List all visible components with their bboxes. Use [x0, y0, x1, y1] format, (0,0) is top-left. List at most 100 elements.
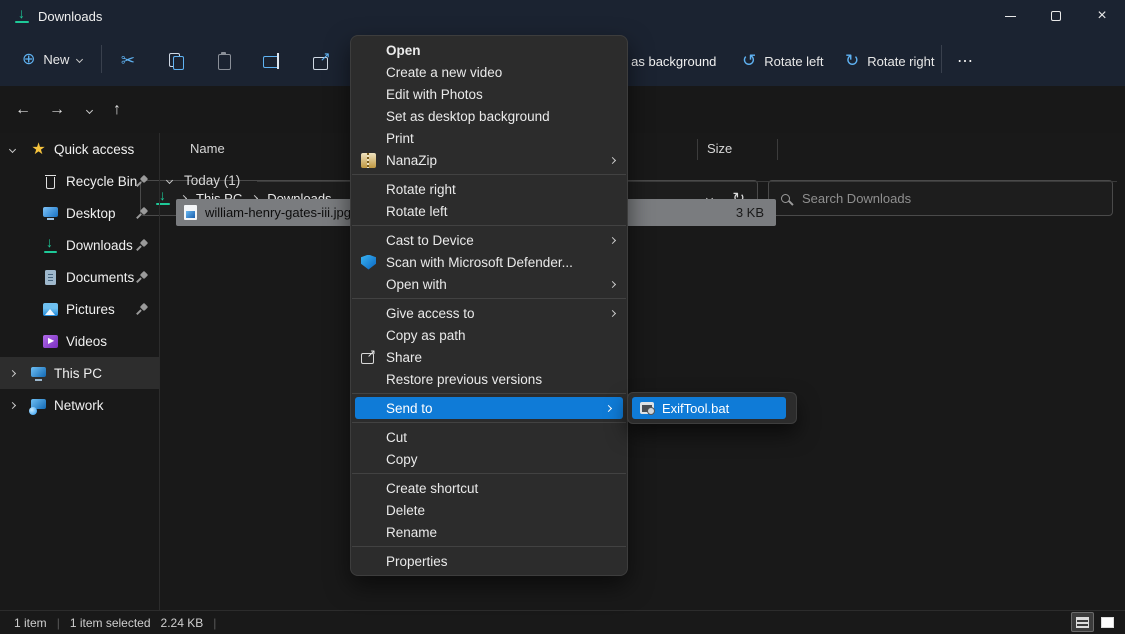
sidebar-item-label: Recycle Bin: [66, 174, 137, 189]
menu-item-label: Print: [386, 131, 414, 146]
sidebar-item-pictures[interactable]: Pictures: [0, 293, 159, 325]
large-icons-view-button[interactable]: [1096, 612, 1119, 632]
sidebar-item-videos[interactable]: ▶Videos: [0, 325, 159, 357]
menu-item-rename[interactable]: Rename: [351, 521, 627, 543]
group-collapse-icon[interactable]: [166, 177, 173, 184]
new-button[interactable]: ⊕ New: [16, 45, 88, 73]
rename-button[interactable]: [260, 49, 284, 73]
sidebar-item-label: Documents: [66, 270, 134, 285]
menu-item-copy[interactable]: Copy: [351, 448, 627, 470]
menu-item-nanazip[interactable]: NanaZip: [351, 149, 627, 171]
recent-locations-button[interactable]: [76, 98, 102, 122]
up-button[interactable]: ↑: [104, 98, 130, 122]
forward-button[interactable]: →: [44, 98, 70, 122]
large-icons-view-icon: [1101, 617, 1114, 628]
group-label[interactable]: Today (1): [184, 173, 240, 188]
sidebar-item-this-pc[interactable]: This PC: [0, 357, 159, 389]
menu-separator: [352, 225, 626, 226]
paste-button[interactable]: [212, 49, 236, 73]
menu-item-create-a-new-video[interactable]: Create a new video: [351, 61, 627, 83]
maximize-icon: [1051, 11, 1061, 21]
menu-item-label: Edit with Photos: [386, 87, 483, 102]
menu-item-cut[interactable]: Cut: [351, 426, 627, 448]
sidebar-item-documents[interactable]: Documents: [0, 261, 159, 293]
menu-item-label: Restore previous versions: [386, 372, 542, 387]
rotate-left-label: Rotate left: [764, 54, 823, 69]
this-pc-icon: [30, 365, 47, 382]
chevron-down-icon[interactable]: [9, 145, 16, 152]
toolbar-divider: [941, 45, 942, 73]
menu-item-rotate-right[interactable]: Rotate right: [351, 178, 627, 200]
plus-icon: ⊕: [22, 49, 35, 69]
sidebar-item-label: Quick access: [54, 142, 134, 157]
menu-item-restore-previous-versions[interactable]: Restore previous versions: [351, 368, 627, 390]
rotate-right-button[interactable]: ↻ Rotate right: [845, 47, 934, 75]
pin-icon: [136, 176, 147, 187]
menu-item-open[interactable]: Open: [351, 39, 627, 61]
sidebar-item-recycle-bin[interactable]: Recycle Bin: [0, 165, 159, 197]
cut-button[interactable]: ✂: [116, 49, 140, 73]
menu-item-create-shortcut[interactable]: Create shortcut: [351, 477, 627, 499]
menu-item-copy-as-path[interactable]: Copy as path: [351, 324, 627, 346]
status-divider: |: [213, 616, 216, 630]
details-view-button[interactable]: [1071, 612, 1094, 632]
menu-item-rotate-left[interactable]: Rotate left: [351, 200, 627, 222]
sidebar-item-label: Downloads: [66, 238, 133, 253]
back-button[interactable]: ←: [10, 98, 36, 122]
column-header-row: Name Size: [160, 133, 1125, 165]
column-header-name[interactable]: Name: [190, 141, 225, 156]
sidebar-item-label: Desktop: [66, 206, 116, 221]
menu-item-give-access-to[interactable]: Give access to: [351, 302, 627, 324]
menu-separator: [352, 174, 626, 175]
downloads-icon: ↓: [42, 237, 59, 254]
menu-item-delete[interactable]: Delete: [351, 499, 627, 521]
menu-item-properties[interactable]: Properties: [351, 550, 627, 572]
nanazip-icon: [361, 153, 376, 168]
close-button[interactable]: ×: [1079, 0, 1125, 32]
window-title: Downloads: [38, 9, 102, 24]
menu-item-print[interactable]: Print: [351, 127, 627, 149]
menu-separator: [352, 546, 626, 547]
close-icon: ×: [1097, 8, 1106, 24]
documents-icon: [42, 269, 59, 286]
chevron-right-icon[interactable]: [9, 401, 16, 408]
menu-item-label: Rotate right: [386, 182, 456, 197]
menu-item-set-as-desktop-background[interactable]: Set as desktop background: [351, 105, 627, 127]
menu-item-send-to[interactable]: Send to: [355, 397, 623, 419]
share-button[interactable]: [308, 49, 332, 73]
menu-item-label: Give access to: [386, 306, 475, 321]
menu-item-label: Create shortcut: [386, 481, 478, 496]
status-divider: |: [57, 616, 60, 630]
menu-item-label: Open with: [386, 277, 447, 292]
maximize-button[interactable]: [1033, 0, 1079, 32]
column-divider[interactable]: [697, 139, 698, 160]
network-icon: [30, 397, 47, 414]
details-view-icon: [1076, 617, 1089, 628]
paste-icon: [216, 53, 232, 69]
menu-item-share[interactable]: Share: [351, 346, 627, 368]
menu-separator: [352, 393, 626, 394]
menu-item-label: Rotate left: [386, 204, 448, 219]
rotate-left-button[interactable]: ↺ Rotate left: [742, 47, 824, 75]
chevron-right-icon[interactable]: [9, 369, 16, 376]
sidebar-item-quick-access[interactable]: ★Quick access: [0, 133, 159, 165]
pin-icon: [136, 304, 147, 315]
status-selection-size: 2.24 KB: [161, 616, 204, 630]
minimize-button[interactable]: [987, 0, 1033, 32]
submenu-item-label: ExifTool.bat: [662, 401, 729, 416]
submenu-item-exiftool-bat[interactable]: ExifTool.bat: [632, 397, 786, 419]
menu-item-scan-with-microsoft-defender-[interactable]: Scan with Microsoft Defender...: [351, 251, 627, 273]
column-divider[interactable]: [777, 139, 778, 160]
file-row[interactable]: william-henry-gates-iii.jpg 3 KB: [160, 199, 1125, 226]
sidebar-item-desktop[interactable]: Desktop: [0, 197, 159, 229]
column-header-size[interactable]: Size: [707, 141, 732, 156]
more-options-button[interactable]: ⋯: [957, 47, 974, 75]
copy-button[interactable]: [164, 49, 188, 73]
menu-item-cast-to-device[interactable]: Cast to Device: [351, 229, 627, 251]
menu-item-edit-with-photos[interactable]: Edit with Photos: [351, 83, 627, 105]
sidebar-item-network[interactable]: Network: [0, 389, 159, 421]
sidebar-item-downloads[interactable]: ↓ Downloads: [0, 229, 159, 261]
menu-item-open-with[interactable]: Open with: [351, 273, 627, 295]
sidebar-item-label: Videos: [66, 334, 107, 349]
menu-item-label: Cast to Device: [386, 233, 474, 248]
